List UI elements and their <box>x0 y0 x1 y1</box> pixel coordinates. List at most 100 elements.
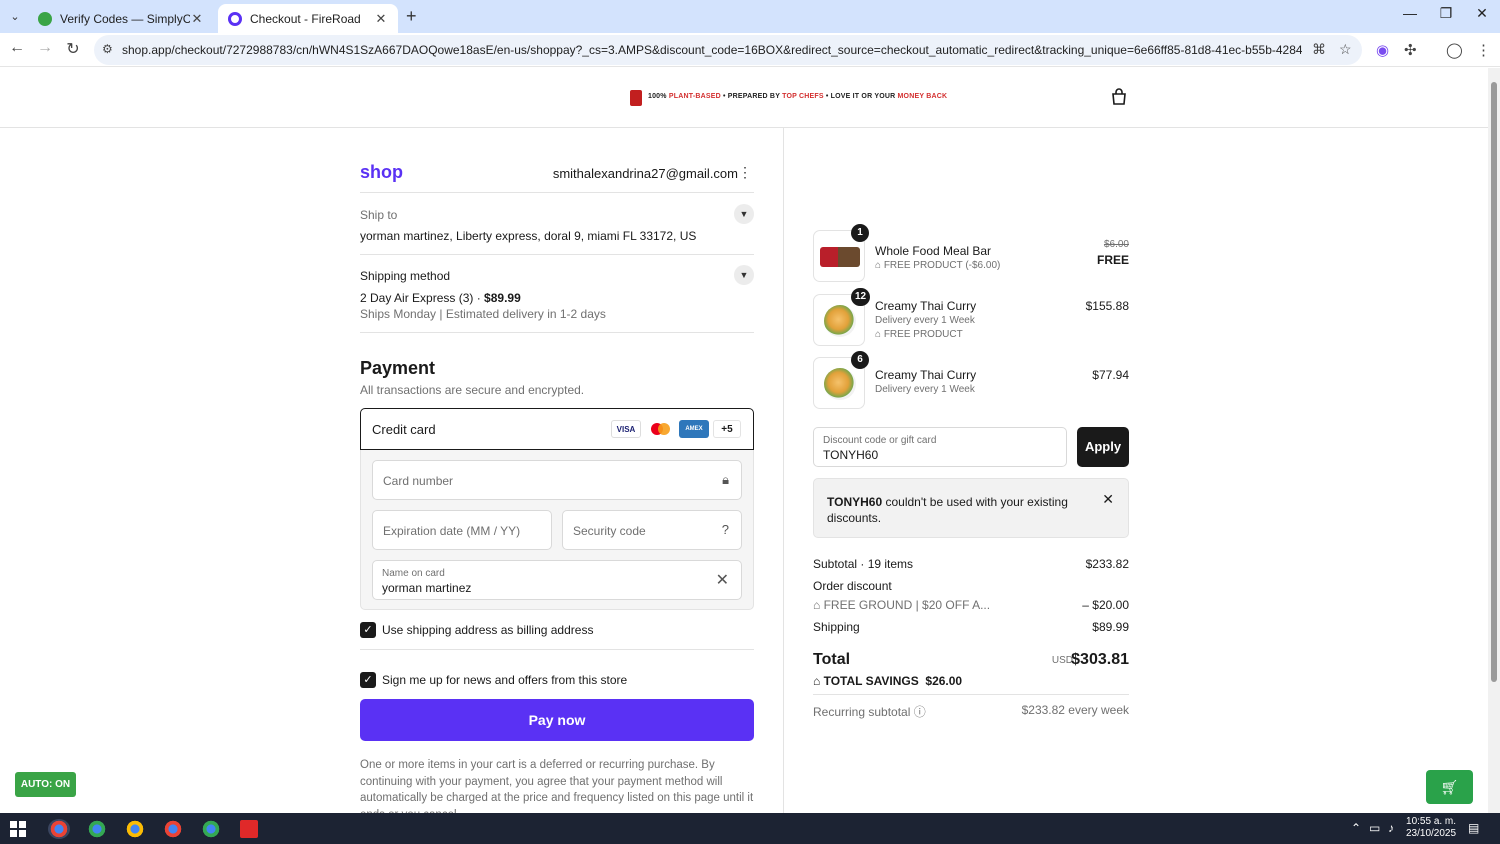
chrome-taskbar-icon[interactable] <box>162 819 184 839</box>
close-icon[interactable]: ✕ <box>1102 491 1114 508</box>
tab-checkout[interactable]: Checkout - FireRoad ✕ <box>218 4 398 33</box>
total-label: Total <box>813 651 851 668</box>
product-name: Creamy Thai Curry <box>875 368 977 382</box>
product-price: $155.88 <box>1085 299 1129 313</box>
app-taskbar-icon[interactable] <box>240 820 258 838</box>
bookmark-star-icon[interactable]: ☆ <box>1339 41 1352 58</box>
new-tab-icon[interactable]: + <box>406 6 417 27</box>
browser-tabbar: ⌄ Verify Codes — SimplyCodes ✕ Checkout … <box>0 0 1500 33</box>
payment-subtitle: All transactions are secure and encrypte… <box>360 383 585 397</box>
original-price: $6.00 <box>1103 239 1129 250</box>
fireroad-logo-icon <box>630 90 642 106</box>
divider <box>360 254 754 255</box>
credit-card-option[interactable]: Credit card VISA AMEX +5 <box>360 408 754 450</box>
shipping-value: $89.99 <box>1092 620 1129 634</box>
extensions-puzzle-icon[interactable]: ✣ <box>1404 41 1417 59</box>
checkout-page: 100% PLANT-BASED • PREPARED BY TOP CHEFS… <box>0 68 1488 813</box>
recurring-label: Recurring subtotal <box>813 705 911 719</box>
banner-part: 100% <box>648 93 667 100</box>
savings-label: TOTAL SAVINGS <box>823 674 919 688</box>
url-text[interactable]: shop.app/checkout/7272988783/cn/hWN4S1Sz… <box>122 43 1302 57</box>
profile-icon[interactable]: ◯ <box>1446 41 1463 59</box>
volume-icon[interactable]: ♪ <box>1388 821 1394 835</box>
tab-search-icon[interactable]: ⌄ <box>6 8 24 26</box>
pay-now-button[interactable]: Pay now <box>360 699 754 741</box>
tab-verify-codes[interactable]: Verify Codes — SimplyCodes ✕ <box>28 4 214 33</box>
close-tab-icon[interactable]: ✕ <box>190 11 204 27</box>
order-discount-code-text: FREE GROUND | $20 OFF A... <box>823 598 991 612</box>
lock-icon: 🔒︎ <box>722 472 729 487</box>
forward-icon[interactable]: → <box>34 39 56 57</box>
newsletter-checkbox[interactable]: ✓ <box>360 672 376 688</box>
quantity-badge: 6 <box>851 351 869 369</box>
order-discount-label: Order discount <box>813 579 892 593</box>
notification-icon[interactable]: ▤ <box>1468 821 1479 835</box>
close-tab-icon[interactable]: ✕ <box>374 11 388 27</box>
card-number-field[interactable]: Card number 🔒︎ <box>372 460 742 500</box>
reload-icon[interactable]: ↻ <box>62 39 84 59</box>
discount-code-input[interactable]: Discount code or gift card TONYH60 <box>813 427 1067 467</box>
chrome-taskbar-icon[interactable] <box>124 819 146 839</box>
banner-part: TOP CHEFS <box>782 93 824 100</box>
payment-heading: Payment <box>360 358 436 378</box>
visa-icon: VISA <box>611 420 641 438</box>
ship-to-label: Ship to <box>360 208 398 222</box>
floating-cart-icon[interactable]: 🛒︎ <box>1426 770 1473 804</box>
info-icon[interactable]: ⓘ <box>914 705 926 719</box>
menu-kebab-icon[interactable]: ⋮ <box>1476 41 1491 59</box>
cart-bag-icon[interactable] <box>1110 88 1128 106</box>
billing-checkbox[interactable]: ✓ <box>360 622 376 638</box>
windows-start-icon[interactable] <box>10 821 26 837</box>
tray-chevron-up-icon[interactable]: ⌃ <box>1351 821 1361 835</box>
total-value: $303.81 <box>1071 651 1129 668</box>
apply-discount-button[interactable]: Apply <box>1077 427 1129 467</box>
close-window-icon[interactable]: ✕ <box>1467 5 1497 22</box>
page-scrollbar[interactable] <box>1488 68 1500 813</box>
name-on-card-value[interactable]: yorman martinez <box>382 581 471 595</box>
name-on-card-label: Name on card <box>382 568 445 579</box>
product-name: Whole Food Meal Bar <box>875 244 992 258</box>
address-bar[interactable]: ⚙ shop.app/checkout/7272988783/cn/hWN4S1… <box>94 35 1362 65</box>
discount-error-notice: TONYH60 couldn't be used with your exist… <box>813 478 1129 538</box>
network-icon[interactable]: ▭ <box>1369 821 1380 835</box>
line-item: 6 Creamy Thai Curry Delivery every 1 Wee… <box>813 351 1129 409</box>
savings-value: $26.00 <box>925 674 963 688</box>
delivery-frequency: Delivery every 1 Week <box>875 384 975 395</box>
divider <box>360 649 754 650</box>
shipping-method-chevron-down-icon[interactable]: ▼ <box>734 265 754 285</box>
billing-checkbox-label[interactable]: Use shipping address as billing address <box>382 623 593 637</box>
help-circle-icon[interactable]: ? <box>722 522 729 537</box>
browser-toolbar: ← → ↻ ⚙ shop.app/checkout/7272988783/cn/… <box>0 33 1500 67</box>
clear-icon[interactable]: ✕ <box>716 570 729 590</box>
banner-part: • PREPARED BY <box>723 93 780 100</box>
chrome-taskbar-icon[interactable] <box>200 819 222 839</box>
chrome-taskbar-icon[interactable] <box>86 819 108 839</box>
security-code-field[interactable]: Security code ? <box>562 510 742 550</box>
restore-icon[interactable]: ❐ <box>1431 5 1461 22</box>
site-info-icon[interactable]: ⚙ <box>102 42 113 56</box>
name-on-card-field[interactable]: Name on card yorman martinez ✕ <box>372 560 742 600</box>
newsletter-checkbox-label[interactable]: Sign me up for news and offers from this… <box>382 673 627 687</box>
chrome-taskbar-icon[interactable] <box>48 819 70 839</box>
minimize-icon[interactable]: — <box>1395 5 1425 21</box>
expiration-field[interactable]: Expiration date (MM / YY) <box>372 510 552 550</box>
account-menu-icon[interactable]: ⋮ <box>738 164 752 181</box>
back-icon[interactable]: ← <box>6 39 28 57</box>
translate-icon[interactable]: ⌘ <box>1312 41 1326 58</box>
ship-to-chevron-down-icon[interactable]: ▼ <box>734 204 754 224</box>
discount-code-value[interactable]: TONYH60 <box>823 448 878 462</box>
scrollbar-thumb[interactable] <box>1491 82 1497 682</box>
tab-title: Checkout - FireRoad <box>250 11 361 26</box>
auto-apply-toggle[interactable]: AUTO: ON <box>15 772 76 797</box>
account-email: smithalexandrina27@gmail.com <box>552 166 738 181</box>
discount-code-label: Discount code or gift card <box>823 435 937 446</box>
system-clock[interactable]: 10:55 a. m. 23/10/2025 <box>1406 816 1456 840</box>
shop-favicon-icon <box>228 11 242 26</box>
product-discount: ⌂ FREE PRODUCT (-$6.00) <box>875 260 1001 271</box>
banner-text: 100% PLANT-BASED • PREPARED BY TOP CHEFS… <box>648 93 947 100</box>
shipping-method-name: 2 Day Air Express (3) · <box>360 291 481 305</box>
simplycodes-favicon-icon <box>38 11 52 26</box>
more-brands-badge: +5 <box>713 420 741 438</box>
extension-icon[interactable]: ◉ <box>1376 41 1389 59</box>
banner-part: • LOVE IT OR YOUR <box>825 93 896 100</box>
